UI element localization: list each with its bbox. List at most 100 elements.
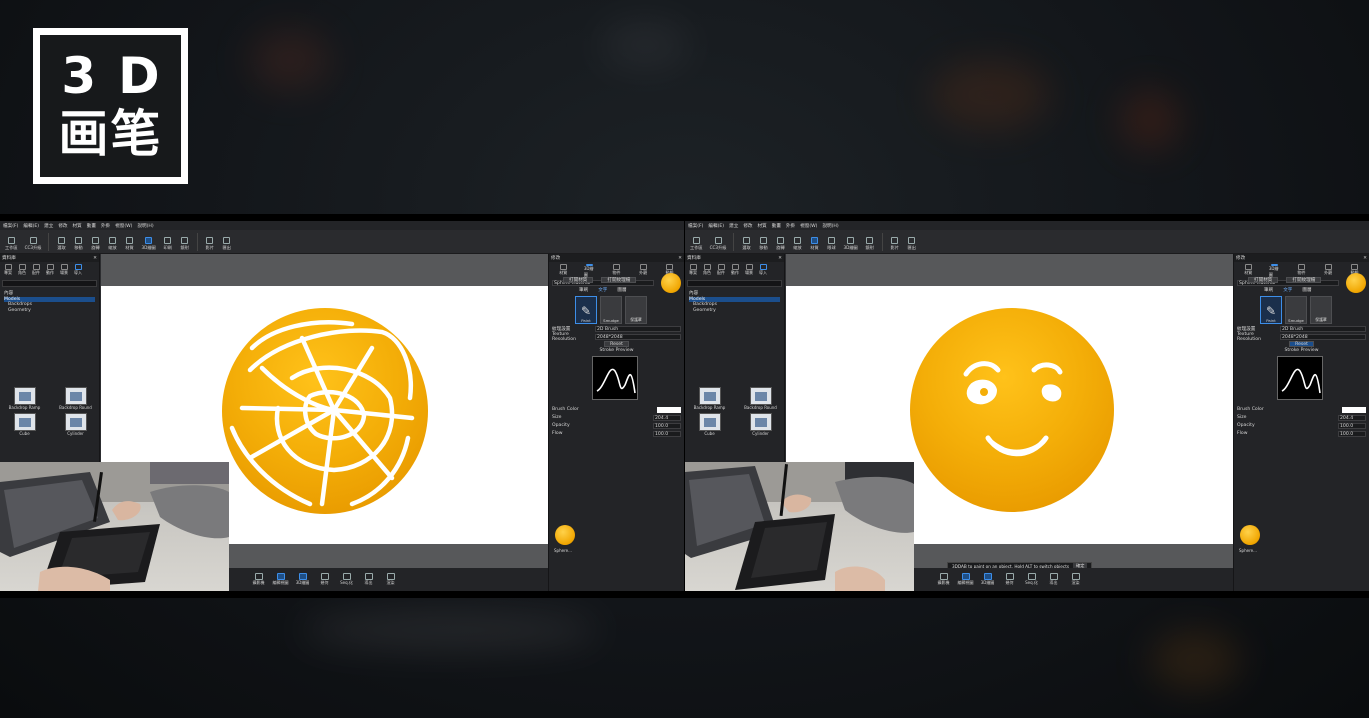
- tab-material[interactable]: 材質: [1242, 264, 1254, 276]
- toolbar-rotate[interactable]: 旋轉: [773, 233, 787, 251]
- reset-button[interactable]: Reset: [604, 341, 629, 347]
- bottom-sequence[interactable]: Seq.化: [339, 573, 355, 586]
- tab-character[interactable]: 角色: [16, 264, 28, 276]
- toolbar-3d-paint[interactable]: 3D繪圖: [841, 233, 859, 251]
- toolbar-mirror[interactable]: 鏡射: [863, 233, 877, 251]
- tab-accessory[interactable]: 配件: [30, 264, 42, 276]
- toolbar-mirror[interactable]: 鏡射: [178, 233, 192, 251]
- toolbar-3d-paint[interactable]: 3D繪圖: [139, 233, 157, 251]
- bottom-sequence[interactable]: Seq.化: [1024, 573, 1040, 586]
- menu-material[interactable]: 材質: [758, 223, 767, 229]
- menu-modify[interactable]: 修改: [58, 223, 67, 229]
- toolbar-video[interactable]: 影片: [888, 233, 902, 251]
- bottom-render[interactable]: 渲染: [383, 573, 399, 586]
- toolbar-upgrade[interactable]: CC3升級: [708, 233, 729, 251]
- tab-object[interactable]: 物件: [1295, 264, 1307, 276]
- bottom-edit-view[interactable]: 編輯視圖: [273, 573, 289, 586]
- menu-file[interactable]: 檔案(F): [3, 223, 18, 229]
- opacity-value[interactable]: 100.0: [653, 422, 681, 429]
- bottom-render[interactable]: 渲染: [1068, 573, 1084, 586]
- menu-window[interactable]: 視窗(W): [115, 223, 132, 229]
- brush-smudge[interactable]: Smudge: [600, 296, 622, 324]
- bottom-camera[interactable]: 攝影機: [936, 573, 952, 586]
- toolbar-scale[interactable]: 縮放: [790, 233, 804, 251]
- open-material-button[interactable]: 打開材質: [563, 277, 594, 283]
- tab-brush[interactable]: 筆刷: [579, 287, 588, 293]
- toolbar-print[interactable]: 印刷: [161, 233, 175, 251]
- resolution-select[interactable]: 2048*2048: [595, 333, 681, 340]
- toolbar-video[interactable]: 影片: [203, 233, 217, 251]
- menu-file[interactable]: 檔案(F): [688, 223, 703, 229]
- close-icon[interactable]: ✕: [93, 256, 97, 261]
- brush-mask[interactable]: 保護罩: [625, 296, 647, 324]
- toolbar-select[interactable]: 選取: [739, 233, 753, 251]
- tab-character[interactable]: 角色: [701, 264, 713, 276]
- model-backdrop-round[interactable]: Backdrop Round: [53, 387, 98, 410]
- asset-sphere-thumbnail[interactable]: [1240, 525, 1260, 545]
- toolbar-eye[interactable]: 眼球: [824, 233, 838, 251]
- menu-plugins[interactable]: 外掛: [786, 223, 795, 229]
- toolbar-select[interactable]: 選取: [54, 233, 68, 251]
- toolbar-move[interactable]: 移動: [756, 233, 770, 251]
- model-cylinder[interactable]: Cylinder: [738, 413, 783, 436]
- toolbar-material[interactable]: 材質: [807, 233, 821, 251]
- tab-scene[interactable]: 場景: [58, 264, 70, 276]
- menu-edit[interactable]: 編輯(E): [23, 223, 39, 229]
- brush-smudge[interactable]: Smudge: [1285, 296, 1307, 324]
- model-cylinder[interactable]: Cylinder: [53, 413, 98, 436]
- tab-text[interactable]: 文字: [1283, 287, 1292, 293]
- smiley-sphere[interactable]: [910, 308, 1114, 512]
- tab-motion[interactable]: 動作: [729, 264, 741, 276]
- opacity-value[interactable]: 100.0: [1338, 422, 1366, 429]
- model-backdrop-ramp[interactable]: Backdrop Ramp: [687, 387, 732, 410]
- painted-sphere[interactable]: [222, 308, 428, 514]
- toolbar-scale[interactable]: 縮放: [105, 233, 119, 251]
- menu-create[interactable]: 建立: [44, 223, 53, 229]
- toolbar-move[interactable]: 移動: [71, 233, 85, 251]
- model-cube[interactable]: Cube: [2, 413, 47, 436]
- menu-create[interactable]: 建立: [729, 223, 738, 229]
- bottom-3d-paint[interactable]: 3D繪圖: [295, 573, 311, 586]
- tab-import[interactable]: 導入: [72, 264, 84, 276]
- close-icon[interactable]: ✕: [678, 256, 682, 261]
- tab-import[interactable]: 導入: [757, 264, 769, 276]
- bottom-3d-paint[interactable]: 3D繪圖: [980, 573, 996, 586]
- tab-brush[interactable]: 筆刷: [1264, 287, 1273, 293]
- texture-setting-select[interactable]: 2D Brush: [1280, 325, 1366, 332]
- tab-layer[interactable]: 圖層: [1302, 287, 1311, 293]
- brush-paint[interactable]: ✎ Paint: [575, 296, 597, 324]
- bottom-camera[interactable]: 攝影機: [251, 573, 267, 586]
- flow-value[interactable]: 100.0: [1338, 430, 1366, 437]
- toolbar-workspace[interactable]: 工作區: [3, 233, 20, 251]
- texture-setting-select[interactable]: 2D Brush: [595, 325, 681, 332]
- tab-accessory[interactable]: 配件: [715, 264, 727, 276]
- tab-object[interactable]: 物件: [610, 264, 622, 276]
- tab-3d-paint[interactable]: 3D繪圖: [584, 264, 596, 277]
- open-texture-button[interactable]: 打開紋理檔: [1286, 277, 1322, 283]
- brush-color-swatch[interactable]: [1342, 406, 1366, 413]
- tab-motion[interactable]: 動作: [44, 264, 56, 276]
- close-icon[interactable]: ✕: [1363, 256, 1367, 261]
- close-icon[interactable]: ✕: [778, 256, 782, 261]
- asset-sphere-thumbnail[interactable]: [555, 525, 575, 545]
- menu-animation[interactable]: 動畫: [772, 223, 781, 229]
- menu-window[interactable]: 視窗(W): [800, 223, 817, 229]
- open-material-button[interactable]: 打開材質: [1248, 277, 1279, 283]
- brush-mask[interactable]: 保護罩: [1310, 296, 1332, 324]
- open-texture-button[interactable]: 打開紋理檔: [601, 277, 637, 283]
- model-backdrop-round[interactable]: Backdrop Round: [738, 387, 783, 410]
- brush-color-swatch[interactable]: [657, 406, 681, 413]
- search-input[interactable]: [2, 280, 97, 287]
- bottom-export[interactable]: 導出: [1046, 573, 1062, 586]
- tab-project[interactable]: 專案: [2, 264, 14, 276]
- tab-appearance[interactable]: 外觀: [1322, 264, 1334, 276]
- model-cube[interactable]: Cube: [687, 413, 732, 436]
- toolbar-export[interactable]: 匯出: [220, 233, 234, 251]
- tab-text[interactable]: 文字: [598, 287, 607, 293]
- toolbar-material[interactable]: 材質: [122, 233, 136, 251]
- tab-3d-paint[interactable]: 3D繪圖: [1269, 264, 1281, 277]
- menu-material[interactable]: 材質: [73, 223, 82, 229]
- model-backdrop-ramp[interactable]: Backdrop Ramp: [2, 387, 47, 410]
- toolbar-rotate[interactable]: 旋轉: [88, 233, 102, 251]
- toolbar-upgrade[interactable]: CC3升級: [23, 233, 44, 251]
